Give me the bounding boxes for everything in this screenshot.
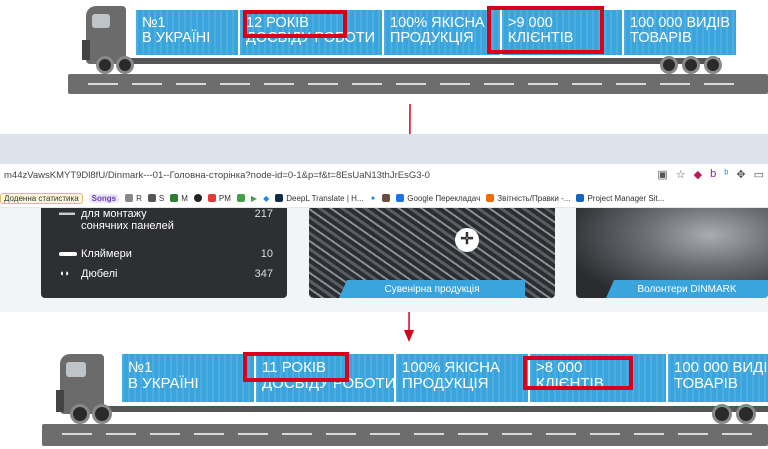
wheel [712,404,732,424]
bookmark-play[interactable]: ▶ [251,194,257,203]
bookmark-icon [207,194,216,202]
wheel [96,56,114,74]
trailer-bed [120,58,720,64]
tab-strip [0,134,768,164]
bookmark-gemini[interactable]: ✦ [370,194,377,203]
wheel [736,404,756,424]
puzzle-icon[interactable]: ✥ [736,168,745,181]
bookmark-pm[interactable]: PM [207,194,231,203]
bookmark-circle[interactable] [193,194,202,202]
bookmark-icon [147,194,156,202]
highlight-years-box [243,10,347,38]
trello-icon [576,194,585,202]
sheet-icon [486,194,495,202]
bookmark-m[interactable]: M [170,194,188,203]
dowel-icon: ◖◗ [59,268,70,278]
bookmark-ext[interactable] [236,194,245,202]
bookmark-project-manager[interactable]: Project Manager Sit... [576,194,664,203]
bookmark-icon [125,194,134,202]
top-truck-banner: №1 В УКРАЇНІ 12 РОКІВ ДОСВІДУ РОБОТИ 100… [0,0,768,100]
bottom-truck-banner: №1 В УКРАЇНІ 11 РОКІВ ДОСВІДУ РОБОТИ 100… [0,340,768,449]
list-item[interactable]: Кляймери 10 [59,248,273,260]
image-icon[interactable]: ▣ [657,168,667,181]
container-quality: 100% ЯКІСНА ПРОДУКЦІЯ [396,354,530,402]
container-rank: №1 В УКРАЇНІ [122,354,256,402]
extension-icon[interactable]: ᵇ [724,168,728,181]
container-products: 100 000 ВИДІВ ТОВАРІВ [624,10,736,55]
url-text[interactable]: m44zVawsKMYT9Dl8fU/Dinmark---01--Головна… [4,170,430,181]
card-label[interactable]: Волонтери DINMARK [606,280,768,298]
bookmark-r[interactable]: R [125,194,142,203]
road [68,74,768,94]
bookmark-stats[interactable]: Доденна статистика [0,192,83,204]
translate-icon [396,194,405,202]
wheel [70,404,90,424]
tag-icon: ◆ [263,193,270,203]
cab-window [92,14,110,28]
list-item[interactable]: ▬▬ для монтажу сонячних панелей 217 [59,208,273,232]
address-bar[interactable]: m44zVawsKMYT9Dl8fU/Dinmark---01--Головна… [0,164,768,190]
bookmark-tag[interactable]: ◆ [263,194,269,203]
category-list-panel: ▬▬ для монтажу сонячних панелей 217 Кляйм… [41,208,287,298]
card-volunteers[interactable]: Волонтери DINMARK [576,208,768,298]
container-rank: №1 В УКРАЇНІ [136,10,240,55]
highlight-clients-box [523,356,633,390]
highlight-years-box [243,352,349,382]
bookmark-figma[interactable] [382,194,391,202]
bookmarks-bar: Доденна статистика Songs R S M PM ▶ ◆ De… [0,189,768,208]
trailer-bed [100,406,768,412]
wheel [116,56,134,74]
window-icon[interactable]: ▭ [754,168,764,181]
bookmark-google-translate[interactable]: Google Перекладач [396,194,480,203]
container-quality: 100% ЯКІСНА ПРОДУКЦІЯ [384,10,502,55]
circle-icon [193,194,202,202]
extension-icon[interactable]: b [710,168,716,181]
bookmark-icon [236,194,245,202]
container-row: №1 В УКРАЇНІ 12 РОКІВ ДОСВІДУ РОБОТИ 100… [136,10,736,55]
container-products: 100 000 ВИДІВ ТОВАРІВ [668,354,768,402]
highlight-clients-box [487,6,604,54]
cab-window [66,362,86,377]
wheel [682,56,700,74]
bookmark-icon [170,194,179,202]
list-item[interactable]: ◖◗ Дюбелі 347 [59,268,273,280]
page-content: ▬▬ для монтажу сонячних панелей 217 Кляйм… [0,208,768,312]
star-icon[interactable]: ☆ [676,168,686,181]
plus-icon[interactable]: ✛ [455,228,479,252]
bookmark-deepl[interactable]: DeepL Translate | H... [275,194,364,203]
wheel [704,56,722,74]
card-souvenirs[interactable]: Сувенірна продукція [309,208,555,298]
bookmark-songs[interactable]: Songs [88,193,120,203]
container-row: №1 В УКРАЇНІ 11 РОКІВ ДОСВІДУ РОБОТИ 100… [122,354,768,402]
bookmark-icon [382,194,391,202]
solar-mount-icon: ▬▬ [59,208,75,217]
sparkle-icon: ✦ [369,193,377,203]
wheel [92,404,112,424]
road [42,424,768,446]
wheel [660,56,678,74]
play-icon: ▶ [250,193,258,203]
extension-icon[interactable]: ◆ [694,168,702,181]
browser-window: m44zVawsKMYT9Dl8fU/Dinmark---01--Головна… [0,134,768,312]
clamp-icon [59,248,81,260]
deepl-icon [275,194,284,202]
bookmark-s[interactable]: S [147,194,164,203]
bookmark-zvitnist[interactable]: Звітність/Правки -... [486,194,570,203]
card-label[interactable]: Сувенірна продукція [339,280,525,298]
